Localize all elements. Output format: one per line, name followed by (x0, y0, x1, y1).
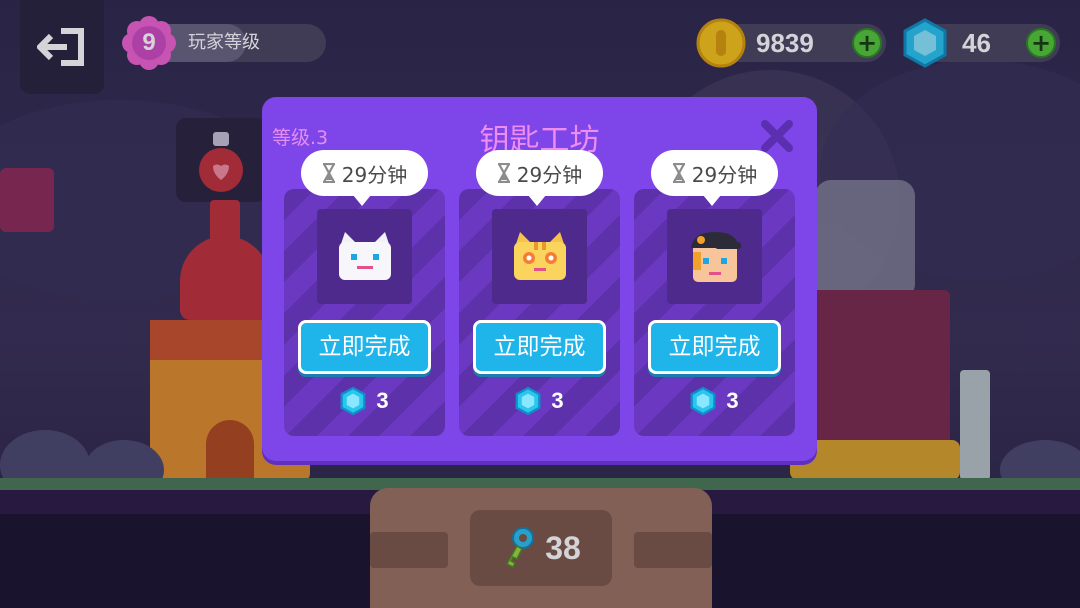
orange-cat-head-icon (513, 231, 566, 280)
hourglass-icon (497, 163, 510, 183)
finish-now-button[interactable]: 立即完成 (298, 320, 431, 374)
crafting-slot-1: 立即完成 3 (284, 189, 445, 436)
timer-text: 29分钟 (691, 162, 758, 187)
timer-bubble-2: 29分钟 (476, 150, 603, 206)
character-portrait (317, 209, 412, 304)
hourglass-icon (322, 163, 335, 183)
finish-now-button[interactable]: 立即完成 (473, 320, 606, 374)
timer-text: 29分钟 (341, 162, 408, 187)
white-cat-head-icon (338, 231, 391, 280)
close-x-icon (761, 120, 793, 152)
blue-gem-icon (690, 386, 716, 416)
gem-cost-amount: 3 (726, 388, 739, 413)
finish-now-button[interactable]: 立即完成 (648, 320, 781, 374)
character-portrait (667, 209, 762, 304)
timer-text: 29分钟 (516, 162, 583, 187)
gem-cost: 3 (459, 385, 620, 417)
blue-gem-icon (340, 386, 366, 416)
timer-bubble-3: 29分钟 (651, 150, 778, 206)
gem-cost-amount: 3 (551, 388, 564, 413)
hourglass-icon (672, 163, 685, 183)
close-button[interactable] (758, 117, 796, 155)
timer-bubble-1: 29分钟 (301, 150, 428, 206)
blue-gem-icon (515, 386, 541, 416)
boy-with-cap-head-icon (690, 231, 741, 282)
crafting-slot-2: 立即完成 3 (459, 189, 620, 436)
key-workshop-dialog: 等级.3 钥匙工坊 立即完成 3 29分钟 立即完成 3 29分钟 立即完成 3… (262, 97, 817, 461)
character-portrait (492, 209, 587, 304)
gem-cost-amount: 3 (376, 388, 389, 413)
gem-cost: 3 (634, 385, 795, 417)
gem-cost: 3 (284, 385, 445, 417)
crafting-slot-3: 立即完成 3 (634, 189, 795, 436)
